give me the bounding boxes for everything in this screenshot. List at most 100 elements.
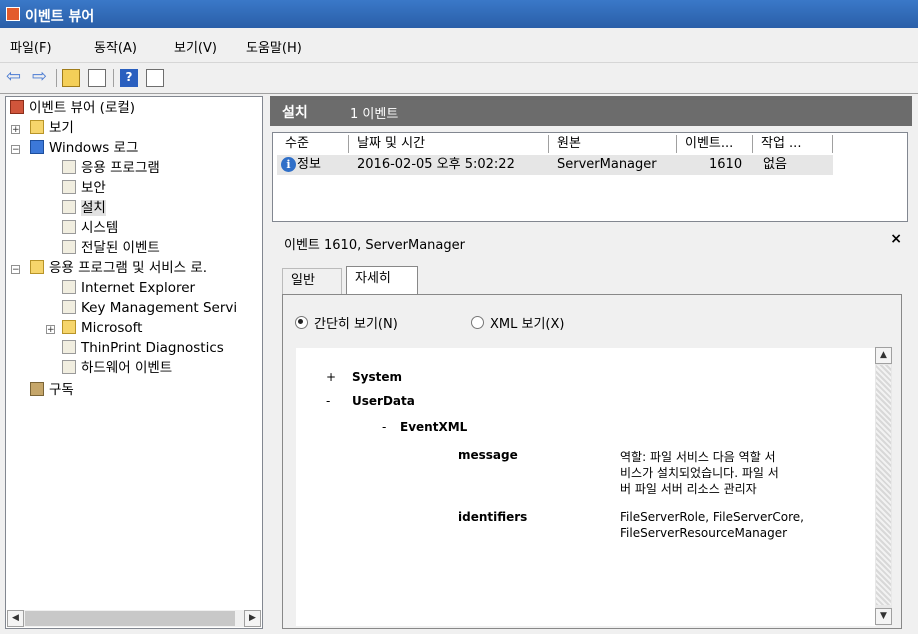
friendly-view-radio[interactable]: 간단히 보기(N) [295,313,398,332]
scroll-left-icon[interactable]: ◀ [7,610,24,627]
xml-view-radio[interactable]: XML 보기(X) [471,313,564,332]
action-pane-icon[interactable] [146,69,164,87]
xml-value-message-line: 버 파일 서버 리소스 관리자 [620,482,757,496]
tree-item-label: 보안 [81,180,106,196]
tree-item-system[interactable]: 시스템 [62,219,118,238]
radio-selected-icon [295,316,308,329]
expand-icon[interactable]: + [46,325,55,335]
cell-event-id: 1610 [709,157,743,172]
tree-item-thinprint[interactable]: ThinPrint Diagnostics [62,339,224,358]
close-icon[interactable]: × [890,231,902,247]
windows-logs-icon [30,140,44,154]
column-header-event-id[interactable]: 이벤트... [677,135,753,153]
xml-node-system: System [352,370,402,384]
xml-value-identifiers-line: FileServerRole, FileServerCore, [620,510,804,524]
tree-item-label: 시스템 [81,220,119,236]
tab-general[interactable]: 일반 [282,268,342,294]
scroll-down-icon[interactable]: ▼ [875,608,892,625]
help-icon[interactable]: ? [120,69,138,87]
menu-help[interactable]: 도움말(H) [246,37,302,56]
log-icon [62,220,76,234]
toolbar-separator [56,69,57,87]
tree-item-forwarded-events[interactable]: 전달된 이벤트 [62,239,160,258]
tree-item-internet-explorer[interactable]: Internet Explorer [62,279,195,298]
menu-action[interactable]: 동작(A) [94,37,137,56]
menu-view[interactable]: 보기(V) [174,37,217,56]
expand-system-toggle[interactable]: + [326,370,336,384]
scroll-thumb[interactable] [876,365,891,605]
tree-item-hardware-events[interactable]: 하드웨어 이벤트 [62,359,172,378]
column-header-source[interactable]: 원본 [549,135,677,153]
cell-source: ServerManager [557,157,657,172]
tree-horizontal-scrollbar[interactable]: ◀ ▶ [7,610,261,627]
tab-details[interactable]: 자세히 [346,266,418,295]
log-icon [62,340,76,354]
subscriptions-icon [30,382,44,396]
menu-bar: 파일(F) 동작(A) 보기(V) 도움말(H) [0,30,918,60]
tree-item-subscriptions[interactable]: 구독 [30,381,74,400]
tree-item-application[interactable]: 응용 프로그램 [62,159,160,178]
navigation-tree[interactable]: 이벤트 뷰어 (로컬) + 보기 − Windows 로그 응용 프로그램 보안… [5,96,263,629]
tree-root[interactable]: 이벤트 뷰어 (로컬) [10,99,135,118]
xml-node-userdata: UserData [352,394,415,408]
window-title: 이벤트 뷰어 [25,9,95,25]
collapse-userdata-toggle[interactable]: - [326,394,330,408]
collapse-eventxml-toggle[interactable]: - [382,420,386,434]
tree-item-label: 보기 [49,120,74,136]
tree-root-label: 이벤트 뷰어 (로컬) [29,100,136,116]
info-icon: i [281,157,296,172]
scroll-thumb[interactable] [25,611,235,626]
back-arrow-icon[interactable]: ⇦ [6,68,24,87]
collapse-icon[interactable]: − [11,145,20,155]
tree-item-setup[interactable]: 설치 [62,199,106,218]
log-icon [62,180,76,194]
event-detail-pane: 이벤트 1610, ServerManager × 일반 자세히 간단히 보기(… [272,227,912,629]
log-icon [62,280,76,294]
tree-item-key-management[interactable]: Key Management Servi [62,299,237,318]
tree-item-label: Key Management Servi [81,300,238,316]
folder-icon [62,320,76,334]
xml-value-message-line: 비스가 설치되었습니다. 파일 서 [620,466,779,480]
tree-item-views[interactable]: 보기 [30,119,74,138]
log-icon [62,160,76,174]
log-icon [62,300,76,314]
xml-vertical-scrollbar[interactable]: ▲ ▼ [875,347,892,625]
expand-icon[interactable]: + [11,125,20,135]
column-header-level[interactable]: 수준 [277,135,349,153]
up-folder-icon[interactable] [62,69,80,87]
log-icon [62,360,76,374]
tree-item-label: 전달된 이벤트 [81,240,160,256]
cell-level: 정보 [297,157,321,172]
folder-icon [30,120,44,134]
xml-value-message-line: 역할: 파일 서비스 다음 역할 서 [620,450,776,464]
collapse-icon[interactable]: − [11,265,20,275]
tree-item-label: 응용 프로그램 및 서비스 로. [49,260,208,276]
tree-item-windows-logs[interactable]: Windows 로그 [30,139,138,158]
tree-item-label: 응용 프로그램 [81,160,160,176]
title-bar: 이벤트 뷰어 [0,0,918,28]
tree-item-label: 설치 [81,200,106,216]
xml-key-message: message [458,448,518,462]
tree-item-label: ThinPrint Diagnostics [81,340,224,356]
scroll-up-icon[interactable]: ▲ [875,347,892,364]
events-header: 설치 1 이벤트 [270,96,912,126]
forward-arrow-icon[interactable]: ⇨ [32,68,50,87]
event-viewer-icon [10,100,24,114]
event-count: 1 이벤트 [350,107,399,122]
show-hide-tree-icon[interactable] [88,69,106,87]
column-header-task[interactable]: 작업 ... [753,135,833,153]
scroll-right-icon[interactable]: ▶ [244,610,261,627]
tree-item-microsoft[interactable]: Microsoft [62,319,142,338]
cell-task: 없음 [763,157,787,172]
toolbar-separator [113,69,114,87]
menu-file[interactable]: 파일(F) [10,37,52,56]
tree-item-apps-services[interactable]: 응용 프로그램 및 서비스 로. [30,259,207,278]
folder-icon [30,260,44,274]
column-header-datetime[interactable]: 날짜 및 시간 [349,135,549,153]
events-table: 수준 날짜 및 시간 원본 이벤트... 작업 ... i 정보 2016-02… [272,132,908,222]
tree-item-security[interactable]: 보안 [62,179,106,198]
tree-item-label: Microsoft [81,320,143,336]
tree-item-label: Windows 로그 [49,140,139,156]
table-row[interactable]: i 정보 2016-02-05 오후 5:02:22 ServerManager… [277,155,833,175]
toolbar: ⇦ ⇨ ? [0,62,918,94]
